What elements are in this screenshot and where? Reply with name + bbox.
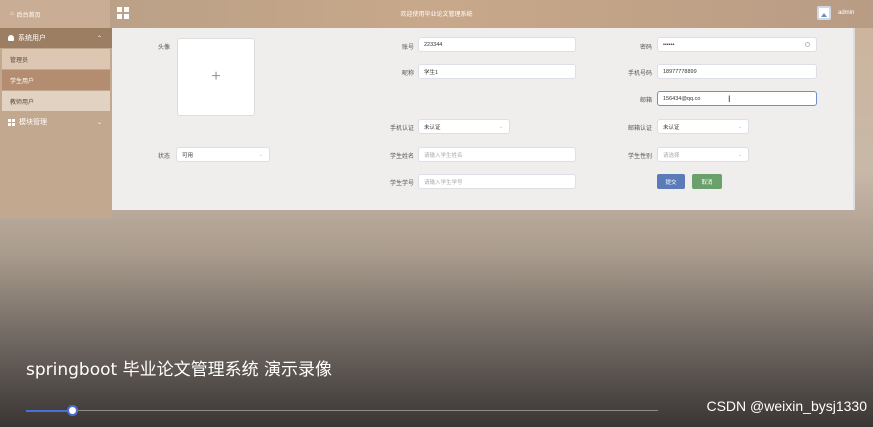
email-verify-label: 邮箱认证 <box>627 126 652 132</box>
chevron-down-icon: ⌄ <box>737 123 742 130</box>
video-caption: springboot 毕业论文管理系统 演示录像 <box>26 360 332 380</box>
top-bar: ⌂ 后台首页 欢迎使用毕业论文管理系统 admin <box>0 0 873 28</box>
submit-button[interactable]: 提交 <box>657 174 685 189</box>
phone-label: 手机号码 <box>627 71 652 77</box>
chevron-up-icon: ⌃ <box>96 35 102 42</box>
sidebar-item-student-users[interactable]: 学生用户 <box>2 70 110 90</box>
sidebar-group-system-users[interactable]: 系统用户 ⌃ <box>0 28 112 48</box>
status-label: 状态 <box>157 154 170 160</box>
chevron-down-icon: ⌄ <box>737 151 742 158</box>
password-input[interactable]: •••••• <box>657 37 817 52</box>
avatar-label: 头像 <box>157 45 170 51</box>
email-verify-value: 未认证 <box>663 124 680 131</box>
phone-input[interactable]: 18977778899 <box>657 64 817 79</box>
student-no-label: 学生学号 <box>389 181 414 187</box>
video-progress-handle[interactable] <box>67 405 78 416</box>
nickname-input[interactable]: 学生1 <box>418 64 576 79</box>
watermark: CSDN @weixin_bysj1330 <box>706 398 867 414</box>
email-input[interactable]: 156434@qq.co <box>657 91 817 106</box>
account-input[interactable]: 223344 <box>418 37 576 52</box>
user-icon <box>8 35 14 41</box>
status-value: 可用 <box>182 152 194 159</box>
email-label: 邮箱 <box>639 98 652 104</box>
gender-select[interactable]: 请选择 ⌄ <box>657 147 749 162</box>
avatar[interactable] <box>817 6 831 20</box>
sidebar-group-label: 模块管理 <box>19 119 47 126</box>
video-progress-fill <box>26 410 70 412</box>
eye-icon[interactable] <box>805 42 810 47</box>
text-cursor-icon: I <box>728 94 731 104</box>
nickname-label: 昵称 <box>401 71 414 77</box>
password-label: 密码 <box>639 45 652 51</box>
chevron-down-icon: ⌄ <box>498 123 503 130</box>
plus-icon: + <box>211 68 221 85</box>
account-label: 账号 <box>401 45 414 51</box>
user-form: 头像 + 账号 223344 密码 •••••• 昵称 学生1 手机号码 189… <box>112 28 855 210</box>
grid-icon <box>8 118 15 126</box>
student-name-input[interactable]: 请输入学生姓名 <box>418 147 576 162</box>
phone-verify-label: 手机认证 <box>389 126 414 132</box>
chevron-down-icon: ⌄ <box>258 151 263 158</box>
student-name-label: 学生姓名 <box>389 154 414 160</box>
video-progress-track[interactable] <box>78 410 658 411</box>
email-verify-select[interactable]: 未认证 ⌄ <box>657 119 749 134</box>
student-no-input[interactable]: 请输入学生学号 <box>418 174 576 189</box>
sidebar-group-modules[interactable]: 模块管理 ⌄ <box>0 112 112 132</box>
sidebar-item-teacher-users[interactable]: 教师用户 <box>2 91 110 111</box>
sidebar-item-admin[interactable]: 管理员 <box>2 49 110 69</box>
gender-placeholder: 请选择 <box>663 152 680 159</box>
chevron-down-icon: ⌄ <box>96 119 102 126</box>
user-name[interactable]: admin <box>838 10 854 16</box>
status-select[interactable]: 可用 ⌄ <box>176 147 270 162</box>
phone-verify-value: 未认证 <box>424 124 441 131</box>
password-value: •••••• <box>663 41 675 48</box>
gender-label: 学生性别 <box>627 154 652 160</box>
avatar-upload[interactable]: + <box>177 38 255 116</box>
cancel-button[interactable]: 取消 <box>692 174 722 189</box>
sidebar: 系统用户 ⌃ 管理员 学生用户 教师用户 模块管理 ⌄ <box>0 28 112 218</box>
phone-verify-select[interactable]: 未认证 ⌄ <box>418 119 510 134</box>
page-title: 欢迎使用毕业论文管理系统 <box>400 12 473 18</box>
sidebar-group-label: 系统用户 <box>18 35 46 42</box>
